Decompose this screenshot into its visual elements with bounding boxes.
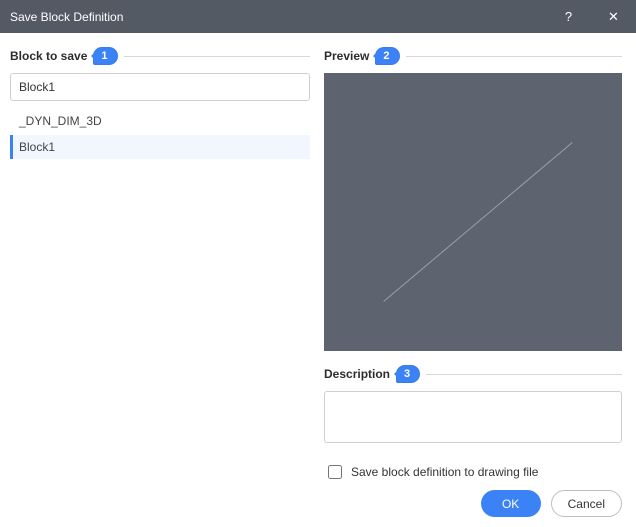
preview-canvas (324, 73, 622, 351)
callout-1: 1 (93, 47, 117, 65)
list-item[interactable]: _DYN_DIM_3D (10, 109, 310, 133)
ok-button[interactable]: OK (481, 490, 541, 517)
close-button[interactable]: ✕ (591, 0, 636, 33)
save-to-file-row[interactable]: Save block definition to drawing file (324, 462, 622, 482)
list-item[interactable]: Block1 (10, 135, 310, 159)
help-icon: ? (565, 10, 572, 23)
divider (406, 56, 623, 57)
divider (124, 56, 311, 57)
preview-header: Preview 2 (324, 45, 622, 67)
left-column: Block to save 1 _DYN_DIM_3D Block1 (10, 45, 310, 517)
description-input[interactable] (324, 391, 622, 443)
cancel-button[interactable]: Cancel (551, 490, 622, 517)
block-to-save-label: Block to save (10, 49, 87, 63)
callout-2: 2 (375, 47, 399, 65)
preview-label: Preview (324, 49, 369, 63)
dialog-body: Block to save 1 _DYN_DIM_3D Block1 Previ… (0, 33, 636, 527)
window-title: Save Block Definition (10, 10, 123, 24)
button-row: OK Cancel (324, 490, 622, 517)
save-to-file-checkbox[interactable] (328, 465, 342, 479)
close-icon: ✕ (608, 10, 619, 23)
help-button[interactable]: ? (546, 0, 591, 33)
description-header: Description 3 (324, 363, 622, 385)
save-to-file-label: Save block definition to drawing file (351, 465, 538, 479)
titlebar: Save Block Definition ? ✕ (0, 0, 636, 33)
right-column: Preview 2 Description 3 Save block defin… (324, 45, 622, 517)
divider (426, 374, 622, 375)
list-item-label: Block1 (19, 140, 55, 154)
preview-line-icon (324, 73, 622, 349)
block-name-input[interactable] (10, 73, 310, 101)
block-list[interactable]: _DYN_DIM_3D Block1 (10, 109, 310, 159)
list-item-label: _DYN_DIM_3D (19, 114, 102, 128)
description-label: Description (324, 367, 390, 381)
block-to-save-header: Block to save 1 (10, 45, 310, 67)
callout-3: 3 (396, 365, 420, 383)
